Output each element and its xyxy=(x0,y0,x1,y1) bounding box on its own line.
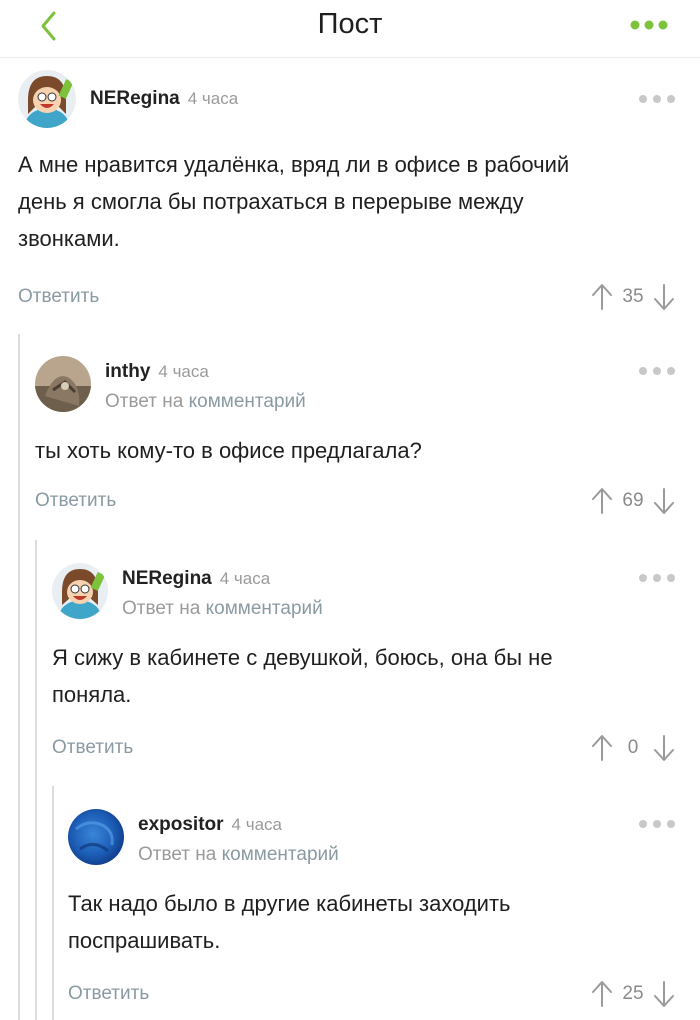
page-title: Пост xyxy=(317,8,383,40)
comment-text: Так надо было в другие кабинеты заходить… xyxy=(68,891,511,953)
vote-count: 35 xyxy=(622,286,644,307)
downvote-icon[interactable] xyxy=(652,282,676,312)
upvote-icon[interactable] xyxy=(590,282,614,312)
reply-button[interactable]: Ответить xyxy=(68,983,149,1005)
comment-text: Я сижу в кабинете с девушкой, боюсь, она… xyxy=(52,645,553,707)
timestamp: 4 часа xyxy=(231,815,282,834)
comment-text: А мне нравится удалёнка, вряд ли в офисе… xyxy=(18,152,570,251)
downvote-icon[interactable] xyxy=(652,486,676,516)
timestamp: 4 часа xyxy=(158,362,209,381)
vote-count: 69 xyxy=(622,490,644,511)
rating: 69 xyxy=(590,486,676,516)
reply-to-label: Ответ на комментарий xyxy=(138,844,339,865)
vote-count: 25 xyxy=(622,983,644,1004)
avatar[interactable] xyxy=(35,356,91,412)
timestamp: 4 часа xyxy=(219,569,271,588)
reply-to-link[interactable]: комментарий xyxy=(206,598,323,619)
avatar[interactable] xyxy=(68,809,124,865)
avatar[interactable] xyxy=(52,563,108,619)
downvote-icon[interactable] xyxy=(652,979,676,1009)
comment: expositor 4 часа Ответ на комментарий Так… xyxy=(68,809,676,1014)
comment-menu-icon[interactable] xyxy=(638,94,676,104)
reply-button[interactable]: Ответить xyxy=(18,286,99,308)
comment-menu-icon[interactable] xyxy=(638,819,676,829)
vote-count: 0 xyxy=(627,737,639,758)
more-button[interactable] xyxy=(628,16,670,34)
upvote-icon[interactable] xyxy=(590,733,614,763)
top-bar: Пост xyxy=(0,0,700,58)
reply-button[interactable]: Ответить xyxy=(35,490,116,512)
upvote-icon[interactable] xyxy=(590,486,614,516)
thread-line[interactable] xyxy=(18,334,20,1020)
reply-to-label: Ответ на комментарий xyxy=(122,598,323,619)
upvote-icon[interactable] xyxy=(590,979,614,1009)
comment: NERegina 4 часа Ответ на комментарий Я си… xyxy=(52,563,676,773)
reply-to-label: Ответ на комментарий xyxy=(105,391,306,412)
username[interactable]: NERegina xyxy=(90,88,180,109)
rating: 25 xyxy=(590,979,676,1009)
comment-menu-icon[interactable] xyxy=(638,573,676,583)
comment-text: ты хоть кому-то в офисе предлагала? xyxy=(35,438,422,463)
downvote-icon[interactable] xyxy=(652,733,676,763)
comment-menu-icon[interactable] xyxy=(638,366,676,376)
thread-line[interactable] xyxy=(35,540,37,1020)
comment: inthy 4 часа Ответ на комментарий ты хоть… xyxy=(35,356,676,536)
avatar[interactable] xyxy=(18,70,76,128)
timestamp: 4 часа xyxy=(187,89,239,108)
rating: 35 xyxy=(590,282,676,312)
more-dots-icon xyxy=(630,20,668,30)
comment: NERegina 4 часа А мне нравится удалёнка, … xyxy=(18,70,676,320)
rating: 0 xyxy=(590,733,676,763)
username[interactable]: NERegina xyxy=(122,568,212,589)
username[interactable]: inthy xyxy=(105,361,150,382)
reply-button[interactable]: Ответить xyxy=(52,737,133,759)
username[interactable]: expositor xyxy=(138,814,224,835)
reply-to-link[interactable]: комментарий xyxy=(189,391,306,412)
reply-to-link[interactable]: комментарий xyxy=(222,844,339,865)
thread-line[interactable] xyxy=(52,786,54,1020)
